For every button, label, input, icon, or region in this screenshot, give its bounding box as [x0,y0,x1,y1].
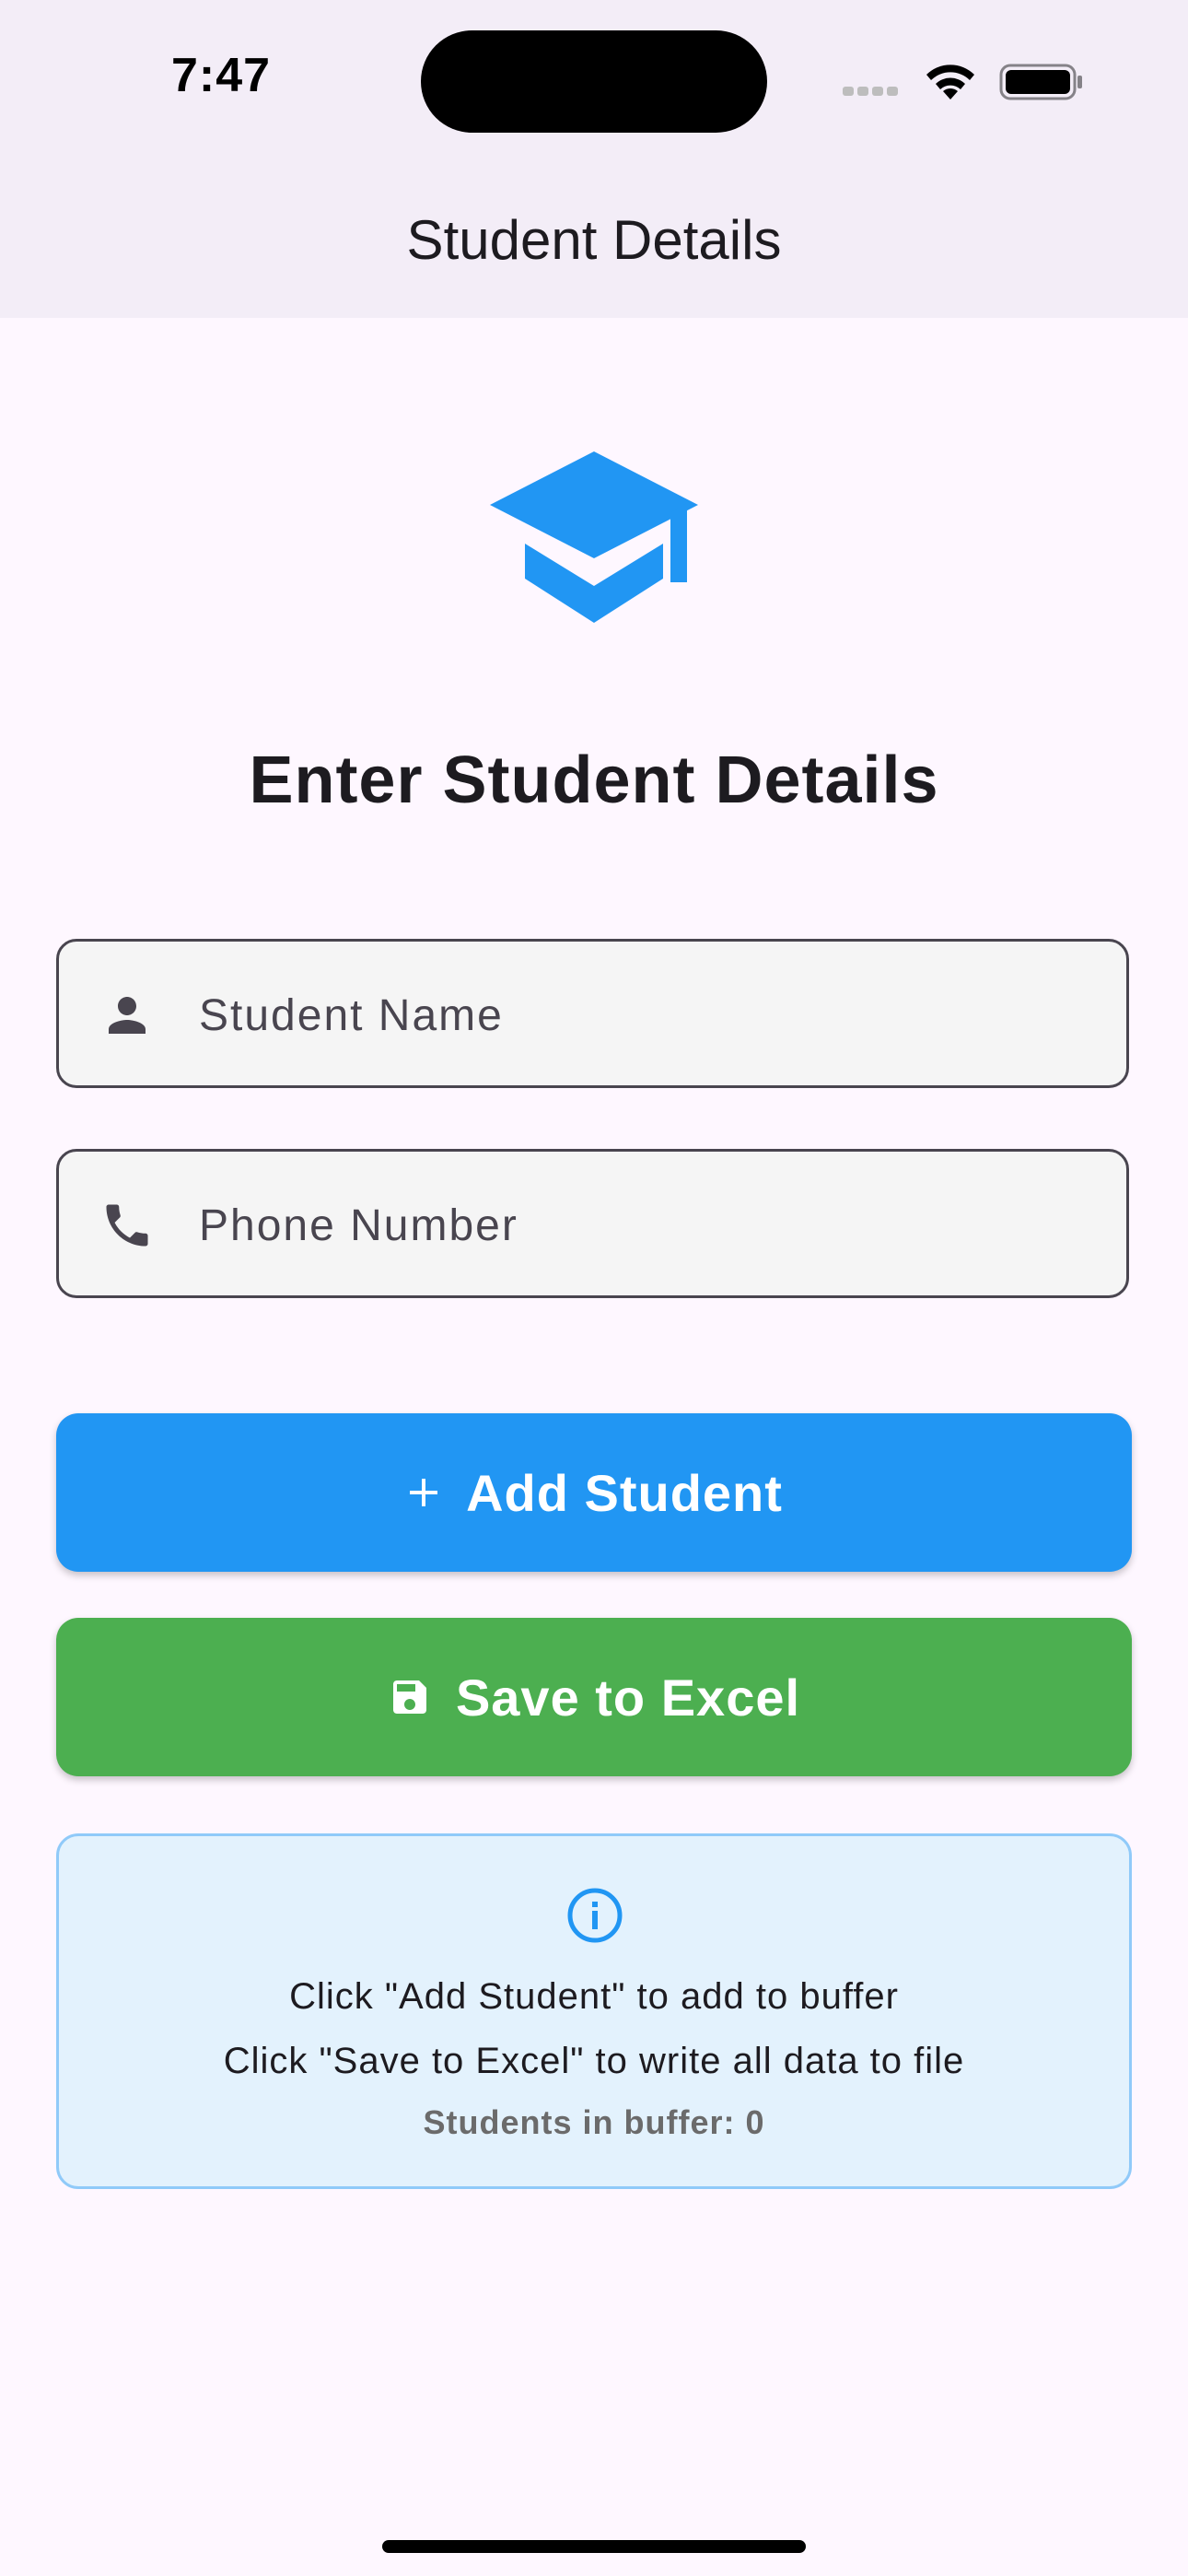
student-name-field[interactable] [56,939,1129,1088]
status-bar: 7:47 [0,0,1188,157]
app-bar: Student Details [0,157,1188,318]
save-icon [388,1675,432,1719]
form-heading: Enter Student Details [249,744,939,817]
status-time: 7:47 [171,49,272,102]
save-to-excel-label: Save to Excel [455,1668,801,1727]
info-text-add: Click "Add Student" to add to buffer [289,1976,899,2017]
dynamic-island [421,30,767,133]
phone-number-input[interactable] [199,1179,1101,1271]
graduation-cap-icon [490,451,698,623]
home-indicator[interactable] [382,2540,806,2553]
person-icon [109,997,146,1034]
page-title: Student Details [406,209,782,271]
wifi-icon [926,64,974,100]
plus-icon [405,1474,442,1511]
buffer-count: Students in buffer: 0 [423,2103,765,2141]
cellular-signal-icon [843,87,903,96]
save-to-excel-button[interactable]: Save to Excel [56,1618,1132,1776]
battery-icon [999,64,1082,100]
phone-icon [106,1204,148,1247]
add-student-label: Add Student [466,1463,783,1522]
info-panel: Click "Add Student" to add to buffer Cli… [56,1833,1132,2189]
info-icon [567,1888,623,1943]
phone-number-field[interactable] [56,1149,1129,1298]
add-student-button[interactable]: Add Student [56,1413,1132,1572]
student-name-input[interactable] [199,969,1101,1061]
info-text-save: Click "Save to Excel" to write all data … [223,2041,965,2081]
